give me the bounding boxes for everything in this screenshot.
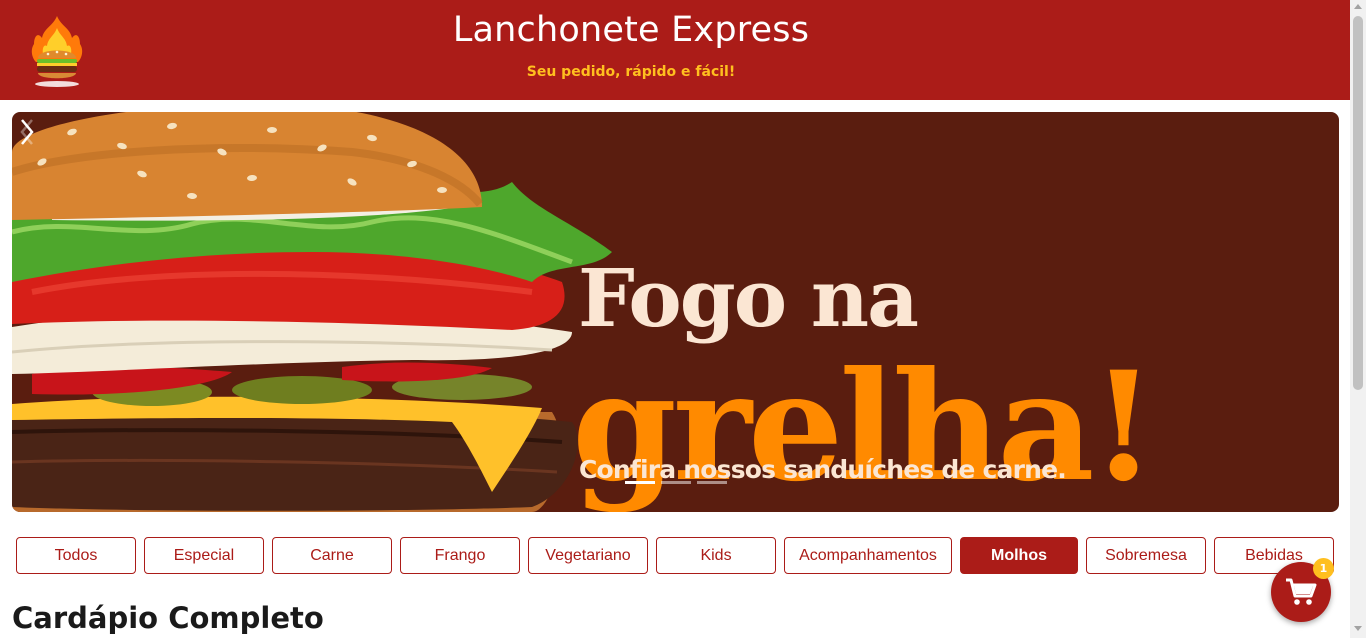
banner-headline-top: Fogo na bbox=[578, 251, 919, 345]
cart-count-badge: 1 bbox=[1313, 558, 1334, 579]
carousel-dot-1[interactable] bbox=[625, 481, 655, 484]
page: Lanchonete Express Seu pedido, rápido e … bbox=[0, 0, 1366, 638]
category-carne[interactable]: Carne bbox=[272, 537, 392, 574]
carousel-dot-3[interactable] bbox=[697, 481, 727, 484]
category-molhos[interactable]: Molhos bbox=[960, 537, 1078, 574]
burger-image bbox=[12, 112, 612, 512]
promo-carousel: Fogo na grelha! Confira nossos sanduíche… bbox=[12, 112, 1339, 512]
category-frango[interactable]: Frango bbox=[400, 537, 520, 574]
banner-tagline: Confira nossos sanduíches de carne. bbox=[579, 455, 1067, 484]
shopping-cart-icon bbox=[1286, 578, 1317, 605]
category-todos[interactable]: Todos bbox=[16, 537, 136, 574]
app-subtitle: Seu pedido, rápido e fácil! bbox=[526, 64, 736, 80]
chevron-right-icon[interactable] bbox=[12, 112, 42, 152]
scrollbar-thumb[interactable] bbox=[1353, 16, 1363, 390]
category-acompanhamentos[interactable]: Acompanhamentos bbox=[784, 537, 952, 574]
carousel-dot-2[interactable] bbox=[661, 481, 691, 484]
carousel-indicators bbox=[625, 481, 727, 484]
category-sobremesa[interactable]: Sobremesa bbox=[1086, 537, 1206, 574]
scroll-up-arrow-icon[interactable] bbox=[1354, 4, 1362, 9]
app-title: Lanchonete Express bbox=[452, 10, 810, 50]
page-scrollbar[interactable] bbox=[1350, 0, 1366, 638]
section-title: Cardápio Completo bbox=[12, 601, 324, 635]
app-header: Lanchonete Express Seu pedido, rápido e … bbox=[0, 0, 1350, 100]
category-kids[interactable]: Kids bbox=[656, 537, 776, 574]
category-vegetariano[interactable]: Vegetariano bbox=[528, 537, 648, 574]
category-especial[interactable]: Especial bbox=[144, 537, 264, 574]
category-filter-bar: Todos Especial Carne Frango Vegetariano … bbox=[16, 537, 1334, 574]
scroll-down-arrow-icon[interactable] bbox=[1354, 626, 1362, 631]
